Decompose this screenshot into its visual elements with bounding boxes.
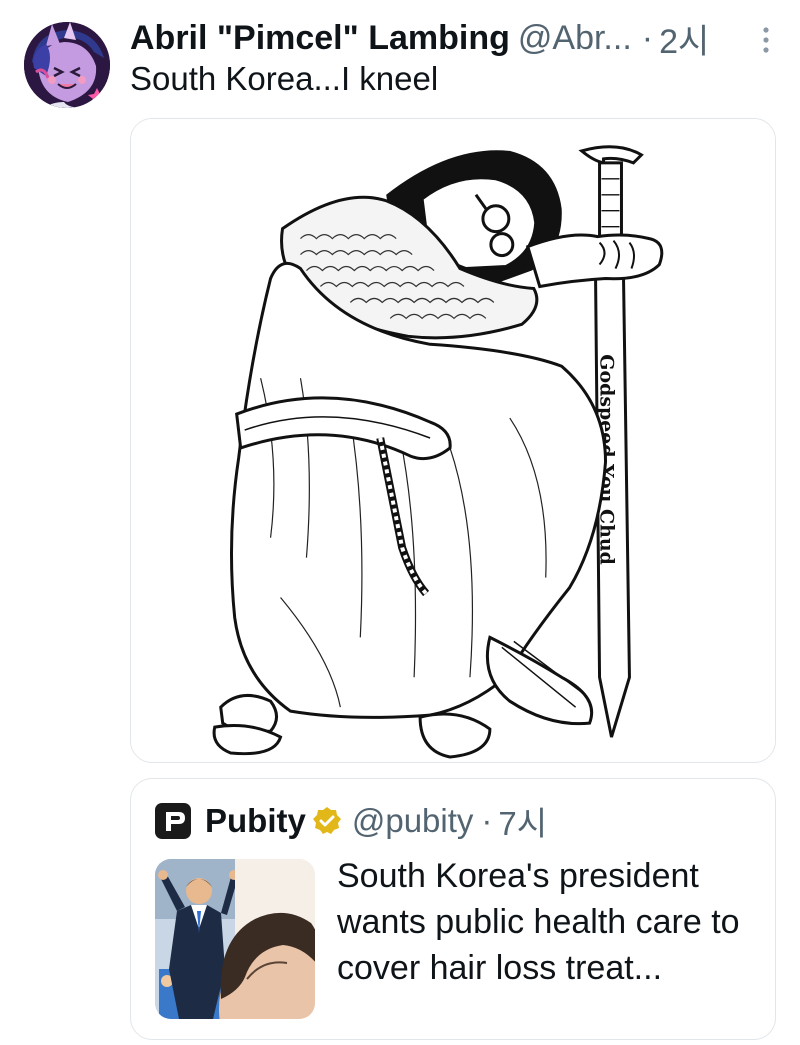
author-handle[interactable]: @Abr... — [518, 19, 632, 58]
quoted-tweet-thumbnail[interactable] — [155, 859, 315, 1019]
quoted-display-name[interactable]: Pubity — [205, 802, 306, 840]
kneeling-knight-illustration: Godspeed You Chud — [131, 119, 775, 762]
tweet-time[interactable]: 2시 — [659, 14, 709, 63]
quoted-time[interactable]: 7시 — [498, 797, 547, 845]
avatar-pony-icon — [24, 22, 110, 108]
separator-dot: · — [641, 18, 654, 57]
quoted-handle[interactable]: @pubity — [352, 802, 474, 840]
tweet-media-image[interactable]: Godspeed You Chud — [130, 118, 776, 763]
pubity-logo-icon[interactable] — [155, 803, 191, 839]
quoted-tweet-header: Pubity @pubity · 7시 — [155, 799, 547, 843]
thumbnail-image — [155, 859, 315, 1019]
quoted-separator-dot: · — [481, 802, 493, 839]
tweet-header: Abril "Pimcel" Lambing @Abr... · 2시 — [130, 14, 776, 63]
more-vertical-icon[interactable] — [756, 22, 776, 58]
quoted-tweet-card[interactable]: Pubity @pubity · 7시 South Korea's presid… — [130, 778, 776, 1040]
author-avatar[interactable] — [24, 22, 110, 108]
quoted-tweet-text: South Korea's president wants public hea… — [337, 857, 740, 987]
author-display-name[interactable]: Abril "Pimcel" Lambing — [130, 19, 510, 58]
verified-gold-badge-icon — [312, 807, 341, 834]
tweet-text: South Korea...I kneel — [130, 60, 439, 97]
